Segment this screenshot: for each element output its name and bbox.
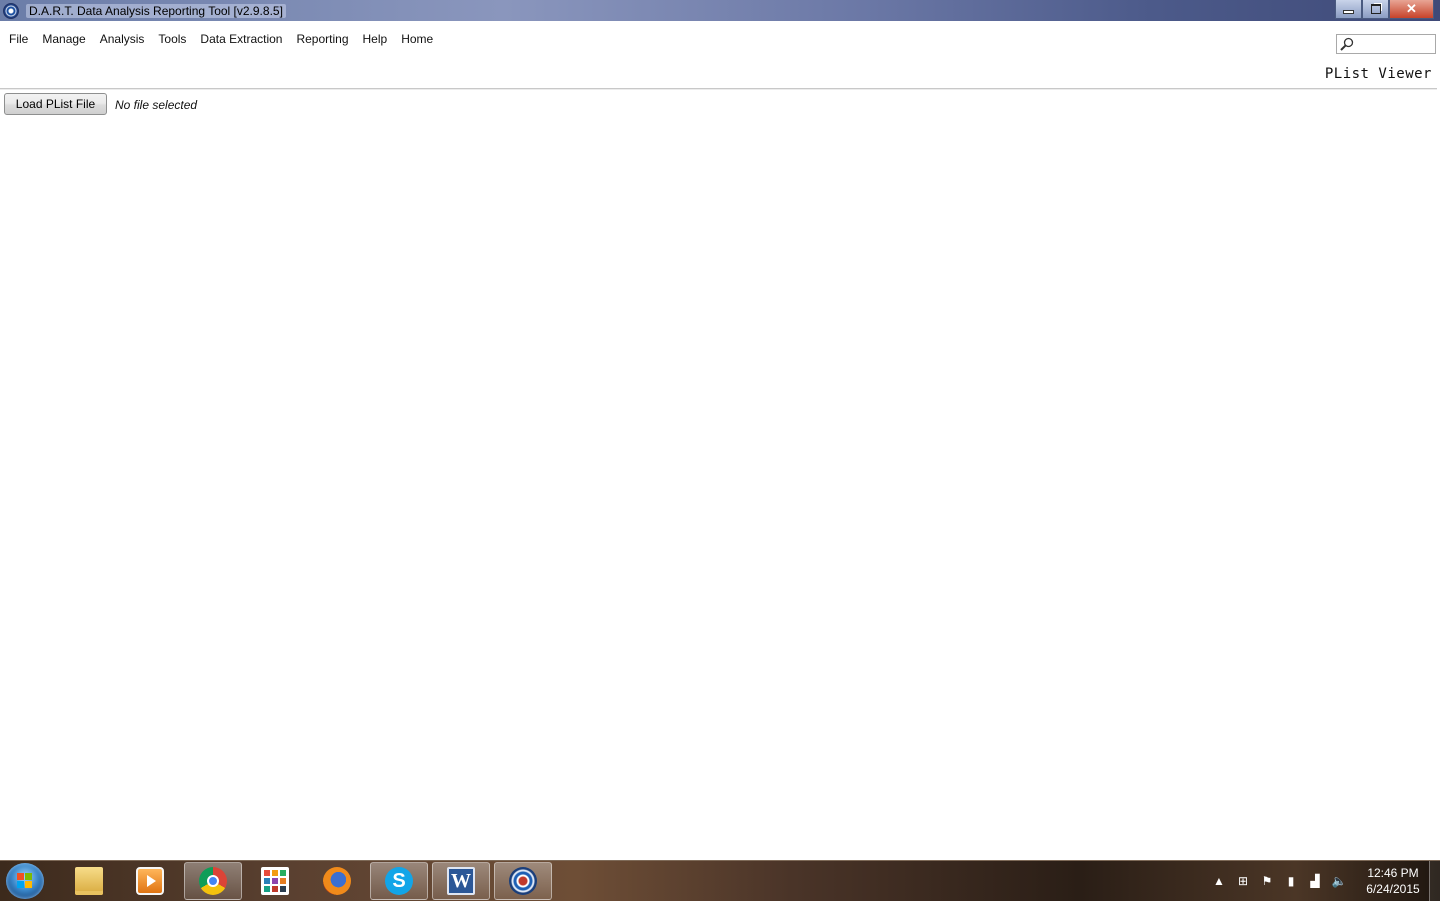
taskbar-media-player[interactable]: [121, 862, 179, 900]
menu-help[interactable]: Help: [356, 30, 395, 50]
volume-icon[interactable]: 🔈: [1331, 873, 1347, 889]
windows-logo-icon: [17, 873, 33, 889]
close-icon: ✕: [1406, 1, 1417, 16]
menu-analysis[interactable]: Analysis: [93, 30, 152, 50]
show-desktop-button[interactable]: [1429, 861, 1440, 901]
firefox-icon: [323, 867, 351, 895]
taskbar-dart[interactable]: [494, 862, 552, 900]
title-bar: D.A.R.T. Data Analysis Reporting Tool [v…: [0, 0, 1440, 21]
window-title: D.A.R.T. Data Analysis Reporting Tool [v…: [26, 3, 286, 18]
taskbar: S W ▲ ⊞ ⚑ ▮ ▟ 🔈 12:46 PM 6/24/2015: [0, 860, 1440, 901]
clock-date: 6/24/2015: [1366, 882, 1420, 896]
file-status-label: No file selected: [115, 98, 198, 112]
taskbar-explorer[interactable]: [60, 862, 118, 900]
apps-grid-icon: [261, 867, 289, 895]
maximize-button[interactable]: [1362, 0, 1389, 19]
system-tray: ▲ ⊞ ⚑ ▮ ▟ 🔈 12:46 PM 6/24/2015: [1207, 861, 1440, 901]
menu-reporting[interactable]: Reporting: [289, 30, 355, 50]
restore-icon: [1370, 4, 1381, 14]
taskbar-chrome[interactable]: [184, 862, 242, 900]
magnifier-icon: [1340, 37, 1354, 51]
word-icon: W: [447, 867, 475, 895]
media-player-icon: [136, 867, 164, 895]
chrome-icon: [199, 867, 227, 895]
menu-manage[interactable]: Manage: [35, 30, 92, 50]
search-input[interactable]: [1336, 34, 1436, 54]
clock[interactable]: 12:46 PM 6/24/2015: [1357, 865, 1429, 897]
show-hidden-icons-icon[interactable]: ▲: [1211, 873, 1227, 889]
taskbar-apps-grid[interactable]: [246, 862, 304, 900]
minimize-button[interactable]: [1335, 0, 1362, 19]
taskbar-word[interactable]: W: [432, 862, 490, 900]
app-logo-icon[interactable]: [3, 2, 19, 19]
page-title: PList Viewer: [1324, 66, 1432, 82]
header-divider-shadow: [0, 89, 1437, 90]
start-button[interactable]: [6, 863, 44, 899]
network-icon[interactable]: ▟: [1307, 873, 1323, 889]
folder-icon: [75, 867, 103, 895]
minimize-icon: [1343, 10, 1354, 14]
clock-time: 12:46 PM: [1367, 866, 1419, 880]
power-icon[interactable]: ▮: [1283, 873, 1299, 889]
skype-icon: S: [385, 867, 413, 895]
menu-file[interactable]: File: [0, 30, 35, 50]
taskbar-firefox[interactable]: [308, 862, 366, 900]
menu-tools[interactable]: Tools: [151, 30, 193, 50]
windows-tray-icon[interactable]: ⊞: [1235, 873, 1251, 889]
close-button[interactable]: ✕: [1389, 0, 1434, 19]
load-plist-file-button[interactable]: Load PList File: [4, 93, 107, 115]
menu-bar: File Manage Analysis Tools Data Extracti…: [0, 30, 440, 50]
window-controls: ✕: [1335, 0, 1434, 19]
dart-icon: [509, 867, 537, 895]
taskbar-skype[interactable]: S: [370, 862, 428, 900]
menu-data-extraction[interactable]: Data Extraction: [193, 30, 289, 50]
menu-home[interactable]: Home: [394, 30, 440, 50]
action-center-flag-icon[interactable]: ⚑: [1259, 873, 1275, 889]
